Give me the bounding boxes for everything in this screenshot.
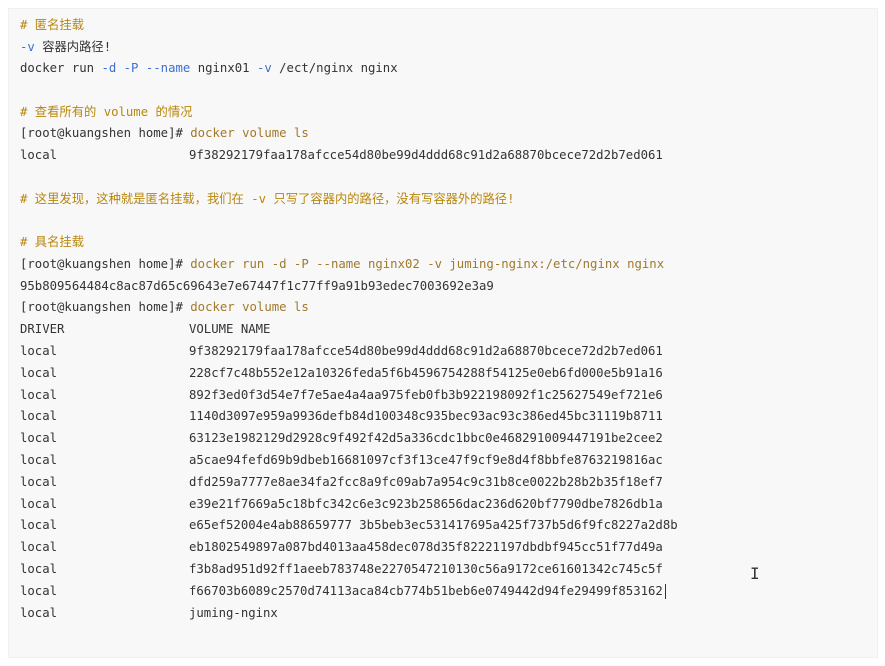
volume-table-row: local 9f38292179faa178afcce54d80be99d4ddd… [20,341,870,361]
volume-name-cell: juming-nginx [189,605,278,620]
volume-name-cell: 9f38292179faa178afcce54d80be99d4ddd68c91… [189,148,663,162]
volume-name-cell: 892f3ed0f3d54e7f7e5ae4a4aa975feb0fb3b922… [189,387,663,402]
volume-name-cell: f3b8ad951d92ff1aeeb783748e2270547210130c… [189,562,663,576]
run1-volume-image: /ect/nginx nginx [271,61,398,75]
volume-name-cell: 63123e1982129d2928c9f492f42d5a336cdc1bbc… [189,431,663,446]
driver-cell: local [20,409,58,424]
driver-cell: local [20,496,58,511]
comment-found-anonymous: # 这里发现，这种就是匿名挂载，我们在 -v 只写了容器内的路径，没有写容器外的… [20,192,515,206]
volume-name-cell: eb1802549897a087bd4013aa458dec078d35f822… [189,540,663,555]
volume-table-row: local 63123e1982129d2928c9f492f42d5a336cd… [20,428,870,448]
docker-run-anonymous: docker run -d -P --name nginx01 -v /ect/… [20,58,398,78]
driver-cell: local [20,453,58,467]
volume-table-row: local 1140d3097e959a9936defb84d100348c935… [20,406,870,426]
volume-name-cell: f66703b6089c2570d74113aca84cb774b51beb6e… [189,583,663,598]
run1-container-name: nginx01 [190,61,257,75]
run1-flag-name: --name [145,61,191,75]
volume-table-row: local juming-nginx [20,603,870,623]
volume-name-cell: e39e21f7669a5c18bfc342c6e3c923b258656dac… [189,496,663,511]
comment-anonymous-mount: # 匿名挂载 [20,18,84,32]
comment-named-mount: # 具名挂载 [20,235,84,249]
driver-cell: local [20,387,58,402]
run1-flag-P: -P [123,61,139,75]
driver-cell: local [20,518,58,533]
volume-table-row: local f3b8ad951d92ff1aeeb783748e227054721… [20,559,870,579]
driver-cell: local [20,365,58,380]
volume-name-cell: 1140d3097e959a9936defb84d100348c935bec93… [189,409,663,424]
run1-flag-d: -d [101,61,117,75]
volume-ls-command-2: [root@kuangshen home]# docker volume ls [20,297,309,317]
volume-table-row: local f66703b6089c2570d74113aca84cb774b51… [20,581,870,601]
driver-cell: local [20,562,58,576]
docker-run-named: [root@kuangshen home]# docker run -d -P … [20,254,664,274]
run2-output: 95b809564484c8ac87d65c69643e7e67447f1c77… [20,279,494,293]
volume-name-cell: dfd259a7777e8ae34fa2fcc8a9fc09ab7a954c9c… [189,474,663,489]
driver-cell: local [20,474,58,489]
driver-cell: local [20,148,58,162]
driver-cell: local [20,431,58,446]
volume-table-row: local e65ef52004e4ab88659777 3b5beb3ec531… [20,515,870,535]
volume-table-row: local e39e21f7669a5c18bfc342c6e3c923b2586… [20,494,870,514]
driver-cell: local [20,344,58,358]
comment-view-volumes: # 查看所有的 volume 的情况 [20,105,193,119]
driver-cell: local [20,583,58,598]
volume-name-cell: a5cae94fefd69b9dbeb16681097cf3f13ce47f9c… [189,453,663,467]
code-block[interactable]: # 匿名挂载 -v 容器内路径! docker run -d -P --name… [8,8,878,658]
ls-command: docker volume ls [190,300,309,314]
volume-name-cell: 228cf7c48b552e12a10326feda5f6b4596754288… [189,365,663,380]
ls-command: docker volume ls [190,126,309,140]
v-flag-desc: 容器内路径! [34,40,112,54]
run1-space [138,61,145,75]
volume-table-row: local eb1802549897a087bd4013aa458dec078d3… [20,537,870,557]
volume-ls-output-row: local 9f38292179faa178afcce54d80be99d4ddd… [20,145,870,165]
text-cursor-icon: I [750,564,760,583]
shell-prompt: [root@kuangshen home]# [20,257,191,271]
driver-cell: local [20,605,58,620]
v-flag-line: -v 容器内路径! [20,37,111,57]
volume-table-row: local 228cf7c48b552e12a10326feda5f6b45967… [20,363,870,383]
volume-ls-command-1: [root@kuangshen home]# docker volume ls [20,123,309,143]
run1-prefix: docker run [20,61,102,75]
volume-table-row: local 892f3ed0f3d54e7f7e5ae4a4aa975feb0fb… [20,385,870,405]
text-caret [665,583,666,599]
v-flag: -v [20,40,35,54]
shell-prompt: [root@kuangshen home]# [20,300,191,314]
shell-prompt: [root@kuangshen home]# [20,126,191,140]
header-volume-name: VOLUME NAME [189,322,271,336]
run1-space [116,61,123,75]
volume-table-row: local a5cae94fefd69b9dbeb16681097cf3f13ce… [20,450,870,470]
run1-flag-v: -v [256,61,272,75]
volume-name-cell: 9f38292179faa178afcce54d80be99d4ddd68c91… [189,344,663,358]
volume-name-cell: e65ef52004e4ab88659777 3b5beb3ec53141769… [189,518,678,533]
volume-table-row: local dfd259a7777e8ae34fa2fcc8a9fc09ab7a9… [20,472,870,492]
volume-table-header: DRIVER VOLUME NAME [20,319,870,339]
header-driver: DRIVER [20,322,65,336]
run2-command: docker run -d -P --name nginx02 -v jumin… [190,257,665,271]
driver-cell: local [20,540,58,555]
